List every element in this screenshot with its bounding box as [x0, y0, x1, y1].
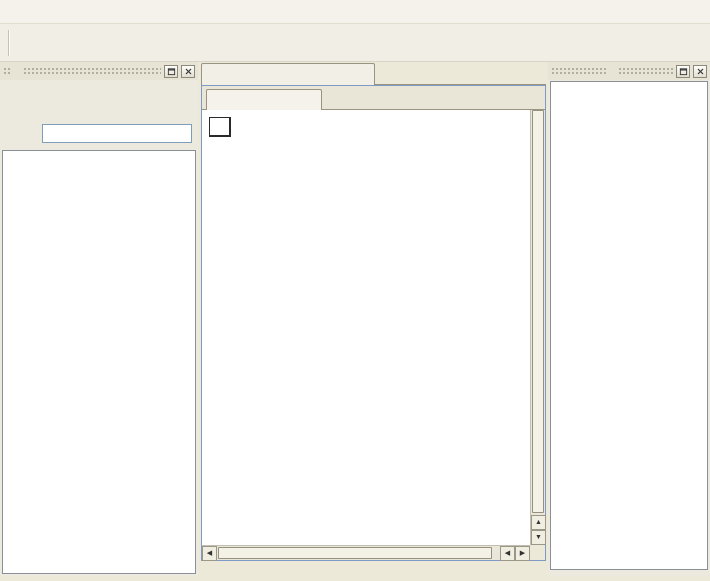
- horizontal-scrollbar[interactable]: ◀ ◀ ▶: [202, 545, 530, 560]
- dock-grip: [551, 67, 606, 75]
- scroll-down-button[interactable]: ▼: [531, 530, 546, 545]
- column-ruler: [210, 118, 230, 136]
- dock-float-button[interactable]: [164, 65, 178, 78]
- ruler-corner: [210, 118, 230, 135]
- clear-filter-button[interactable]: [6, 124, 32, 142]
- undo-panel-titlebar[interactable]: [548, 62, 710, 80]
- undo-history-list[interactable]: [550, 81, 708, 570]
- scroll-left-button-2[interactable]: ◀: [500, 546, 515, 561]
- dock-grip: [23, 67, 161, 75]
- diagram-view: ▲ ▼ ◀ ◀ ▶: [202, 110, 545, 560]
- project-tabbar: [201, 62, 546, 85]
- vscroll-track[interactable]: [531, 110, 545, 515]
- hscroll-thumb[interactable]: [218, 547, 492, 559]
- filter-input[interactable]: [42, 124, 192, 143]
- elements-panel-dock: [0, 62, 198, 576]
- elements-panel-titlebar[interactable]: [0, 62, 198, 80]
- main-area: ▲ ▼ ◀ ◀ ▶: [0, 62, 710, 576]
- scroll-right-button[interactable]: ▶: [515, 546, 530, 561]
- diagram-canvas[interactable]: [202, 110, 530, 545]
- main-toolbar: [0, 24, 710, 62]
- schema-tabbar: [202, 86, 545, 110]
- status-bar: [0, 576, 710, 581]
- filter-row: [0, 120, 198, 150]
- qelectrotech-window: ▲ ▼ ◀ ◀ ▶: [0, 0, 710, 581]
- dock-float-button[interactable]: [676, 65, 690, 78]
- project-tab[interactable]: [201, 63, 375, 85]
- dock-close-button[interactable]: [181, 65, 195, 78]
- vertical-scrollbar[interactable]: ▲ ▼: [530, 110, 545, 545]
- menu-bar: [0, 0, 710, 24]
- elements-tree: [2, 150, 196, 574]
- vscroll-thumb[interactable]: [532, 110, 544, 513]
- scroll-left-button[interactable]: ◀: [202, 546, 217, 561]
- undo-panel-dock: [548, 62, 710, 576]
- dock-grip: [3, 67, 11, 75]
- workspace-area: ▲ ▼ ◀ ◀ ▶: [200, 62, 548, 576]
- project-subwindow: ▲ ▼ ◀ ◀ ▶: [201, 85, 546, 561]
- scrollbar-corner: [530, 545, 545, 560]
- toolbar-separator: [8, 30, 10, 56]
- schema-tab[interactable]: [206, 89, 322, 110]
- diagram-frame: [209, 117, 231, 137]
- scroll-up-button[interactable]: ▲: [531, 515, 546, 530]
- mdi-background: [201, 561, 546, 576]
- elements-panel-toolbar: [0, 80, 198, 120]
- hscroll-track[interactable]: [217, 546, 500, 560]
- dock-close-button[interactable]: [693, 65, 707, 78]
- dock-grip: [618, 67, 673, 75]
